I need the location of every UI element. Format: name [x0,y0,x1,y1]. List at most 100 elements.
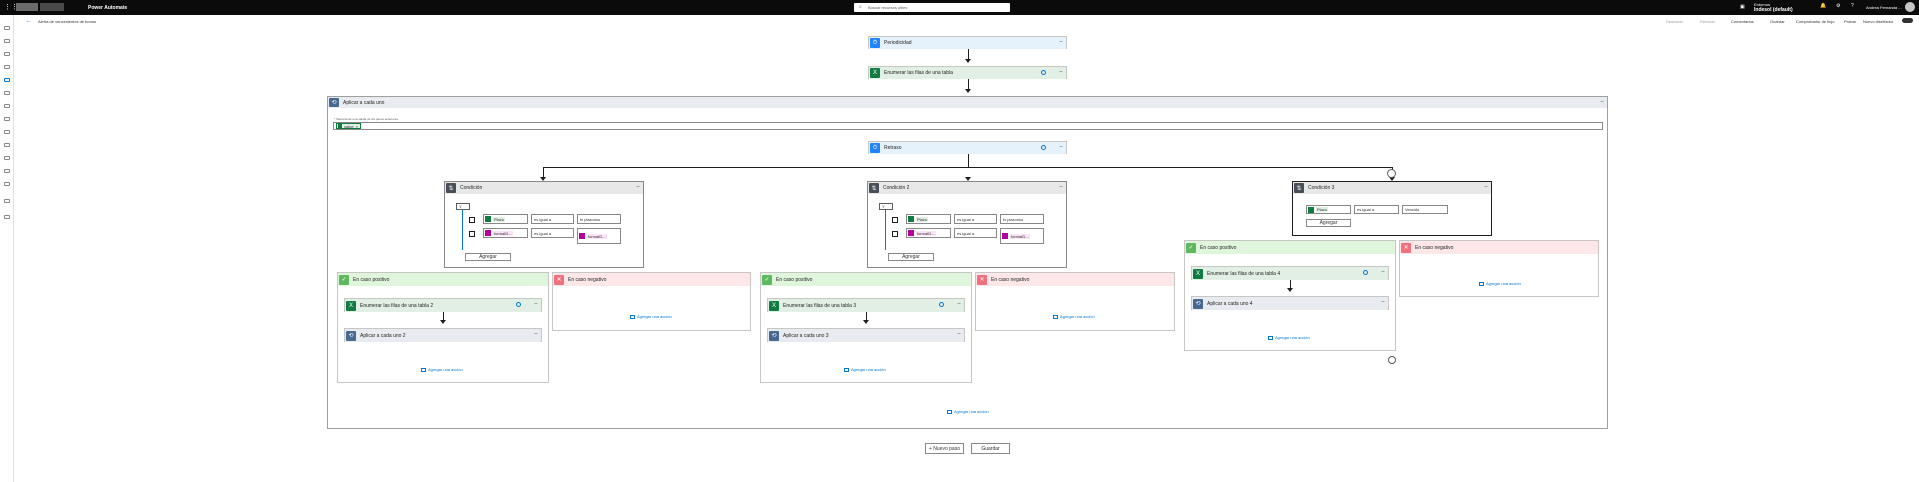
add-action-link[interactable]: Agregar una acción [421,367,463,372]
condition-right-field[interactable]: fx plazonso [1000,214,1044,224]
power-platform-icon[interactable] [4,215,10,219]
more-options-icon[interactable]: ··· [1600,99,1604,105]
info-icon[interactable] [1041,70,1046,75]
redo-button[interactable]: Rehacer [1700,19,1715,24]
row-checkbox[interactable] [892,217,898,223]
more-options-icon[interactable]: ··· [1059,69,1063,75]
condition-right-field[interactable]: Vencido [1402,205,1448,214]
comments-button[interactable]: Comentarios [1731,19,1754,24]
row-checkbox[interactable] [892,231,898,237]
add-button[interactable]: Agregar [888,253,934,261]
more-options-icon[interactable]: ··· [957,331,961,337]
more-options-icon[interactable]: ··· [636,184,640,190]
brand-title[interactable]: Power Automate [88,5,127,11]
operator-dropdown[interactable]: es igual a [954,228,997,238]
flows-icon[interactable] [4,78,10,82]
back-arrow-icon[interactable]: ← [26,18,32,24]
new-designer-toggle[interactable] [1902,18,1913,23]
more-options-icon[interactable]: ··· [1059,39,1063,45]
more-icon[interactable] [4,199,10,203]
more-options-icon[interactable]: ··· [1059,184,1063,190]
list-rows-2-card[interactable]: X Enumerar las filas de una tabla 2 ··· [344,298,542,312]
home-icon[interactable] [4,26,10,30]
condition-right-field[interactable]: fx plazonso [577,214,621,224]
user-name[interactable]: Andrea Fernanda ... [1866,5,1902,10]
add-action-link[interactable]: Agregar una acción [947,409,989,414]
operator-dropdown[interactable]: es igual a [954,214,997,224]
search-icon: ⌕ [859,4,862,10]
help-icon[interactable]: ? [1851,3,1854,9]
desktop-flows-icon[interactable] [4,143,10,147]
list-rows-card[interactable]: X Enumerar las filas de una tabla ··· [868,66,1067,79]
add-action-link[interactable]: Agregar una acción [1268,335,1310,340]
settings-icon[interactable]: ⚙ [1836,3,1840,9]
more-options-icon[interactable]: ··· [1381,269,1385,275]
condition-left-field[interactable]: Plazo [906,214,951,224]
info-icon[interactable] [1363,270,1368,275]
add-button[interactable]: Agregar [465,253,511,261]
monitor-icon[interactable] [4,169,10,173]
data-icon[interactable] [4,156,10,160]
apply-each-4-card[interactable]: ⟲ Aplicar a cada uno 4 ··· [1191,296,1389,310]
connections-icon[interactable] [4,182,10,186]
search-box[interactable]: ⌕ Buscar recursos útiles [854,3,1010,12]
templates-icon[interactable] [4,52,10,56]
more-options-icon[interactable]: ··· [534,301,538,307]
add-action-link[interactable]: Agregar una acción [630,314,672,319]
apply-each-2-card[interactable]: ⟲ Aplicar a cada uno 2 ··· [344,328,542,342]
operator-dropdown[interactable]: es igual a [531,228,574,238]
add-button[interactable]: Agregar [1306,219,1351,227]
delay-card[interactable]: ⏱ Retraso ··· [868,141,1067,154]
operator-dropdown[interactable]: es igual a [1354,205,1399,214]
environment-value[interactable]: Indesol (default) [1754,7,1793,13]
apply-each-3-card[interactable]: ⟲ Aplicar a cada uno 3 ··· [767,328,965,342]
list-rows-3-card[interactable]: X Enumerar las filas de una tabla 3 ··· [767,298,965,312]
flow-checker-button[interactable]: Comprobador de flujo [1796,19,1834,24]
operator-dropdown[interactable]: es igual a [531,214,574,224]
more-options-icon[interactable]: ··· [1381,299,1385,305]
row-checkbox[interactable] [469,231,475,237]
info-icon[interactable] [939,302,944,307]
approvals-icon[interactable] [4,91,10,95]
more-options-icon[interactable]: ··· [1484,184,1488,190]
more-options-icon[interactable]: ··· [957,301,961,307]
test-button[interactable]: Probar [1844,19,1856,24]
condition-2-card[interactable]: ⇅ Condición 2 ··· Y Plazo es igual a fx … [867,181,1067,268]
condition-left-field[interactable]: Plazo [483,214,528,224]
info-icon[interactable] [516,302,521,307]
condition-card[interactable]: ⇅ Condición ··· Y Plazo es igual a fx pl… [444,181,644,268]
solutions-icon[interactable] [4,104,10,108]
info-icon[interactable] [1041,145,1046,150]
select-output-field[interactable] [333,122,1603,130]
recurrence-card[interactable]: ⏱ Periodicidad ··· [868,36,1067,49]
avatar[interactable] [1905,2,1915,12]
org-logo-2 [40,3,64,11]
insert-step-icon[interactable] [1388,356,1396,364]
create-icon[interactable] [4,39,10,43]
insert-step-icon[interactable] [1387,169,1396,178]
more-options-icon[interactable]: ··· [534,331,538,337]
add-action-link[interactable]: Agregar una acción [1053,314,1095,319]
ai-hub-icon[interactable] [4,130,10,134]
process-mining-icon[interactable] [4,117,10,121]
new-step-button[interactable]: + Nuevo paso [925,443,964,454]
condition-left-field[interactable]: formatD... [483,228,528,238]
save-bottom-button[interactable]: Guardar [971,443,1010,454]
condition-left-field[interactable]: formatD... [906,228,951,238]
value-token[interactable]: value × [336,123,361,129]
notifications-icon[interactable]: 🔔 [1820,3,1826,9]
learn-icon[interactable] [4,65,10,69]
and-operator[interactable]: Y [456,203,470,210]
row-checkbox[interactable] [469,217,475,223]
condition-3-card[interactable]: ⇅ Condición 3 ··· Plazo es igual a Venci… [1292,181,1492,236]
condition-left-field[interactable]: Plazo [1306,205,1351,214]
condition-right-field[interactable]: formatD... [577,228,621,244]
more-options-icon[interactable]: ··· [1059,144,1063,150]
and-operator[interactable]: Y [879,203,893,210]
condition-right-field[interactable]: formatD... [1000,228,1044,244]
list-rows-4-card[interactable]: X Enumerar las filas de una tabla 4 ··· [1191,266,1389,280]
add-action-link[interactable]: Agregar una acción [1479,281,1521,286]
undo-button[interactable]: Deshacer [1666,19,1683,24]
add-action-link[interactable]: Agregar una acción [844,367,886,372]
save-button[interactable]: Guardar [1770,19,1785,24]
